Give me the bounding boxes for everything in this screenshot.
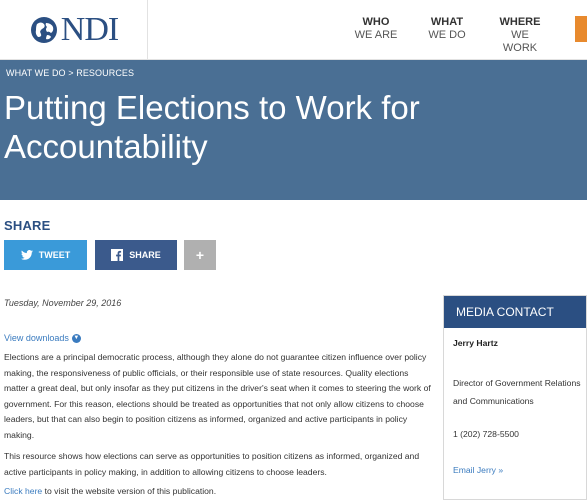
nav-what-we-do[interactable]: WHAT WE DO	[424, 16, 470, 42]
logo-wordmark: NDI	[60, 11, 119, 48]
view-downloads-label: View downloads	[4, 333, 69, 343]
nav-label-line2: WE ARE	[354, 29, 398, 41]
tweet-label: TWEET	[38, 250, 71, 260]
nav-label-line2: WE WORK	[502, 29, 538, 54]
tweet-button[interactable]: TWEET	[4, 240, 87, 270]
top-navigation-bar: NDI WHO WE ARE WHAT WE DO WHERE WE WORK	[0, 0, 587, 60]
article-paragraph: This resource shows how elections can se…	[4, 451, 420, 477]
article-link-paragraph: Click here to visit the website version …	[4, 486, 216, 496]
contact-phone: 1 (202) 728-5500	[453, 429, 519, 439]
twitter-icon	[20, 250, 33, 260]
globe-icon	[30, 17, 57, 43]
nav-more-button[interactable]	[575, 16, 587, 42]
nav-label-line1: WHAT	[430, 16, 464, 28]
page-title: Putting Elections to Work for Accountabi…	[4, 89, 420, 165]
nav-who-we-are[interactable]: WHO WE ARE	[352, 16, 400, 42]
nav-where-we-work[interactable]: WHERE WE WORK	[494, 16, 546, 55]
article-paragraph: Elections are a principal democratic pro…	[4, 352, 431, 440]
facebook-share-button[interactable]: SHARE	[95, 240, 177, 270]
contact-name: Jerry Hartz	[453, 338, 498, 348]
contact-role: Director of Government Relations and Com…	[453, 378, 581, 406]
share-heading: SHARE	[4, 218, 51, 233]
nav-label-line2: WE DO	[428, 29, 466, 41]
email-contact-link[interactable]: Email Jerry »	[453, 465, 503, 475]
nav-label-line1: WHO	[362, 16, 390, 28]
website-version-link[interactable]: Click here	[4, 486, 42, 496]
media-contact-heading: MEDIA CONTACT	[444, 296, 586, 328]
nav-label-line1: WHERE	[499, 16, 541, 28]
view-downloads-link[interactable]: View downloads ▼	[4, 333, 81, 343]
chevron-down-icon: ▼	[71, 333, 81, 343]
breadcrumb[interactable]: WHAT WE DO > RESOURCES	[6, 68, 134, 78]
more-share-button[interactable]: +	[184, 240, 216, 270]
facebook-icon	[111, 249, 124, 261]
publish-date: Tuesday, November 29, 2016	[4, 298, 122, 308]
ndi-logo[interactable]: NDI	[0, 0, 148, 60]
link-suffix-text: to visit the website version of this pub…	[42, 486, 217, 496]
page-banner: WHAT WE DO > RESOURCES Putting Elections…	[0, 60, 587, 200]
media-contact-panel: MEDIA CONTACT Jerry Hartz Director of Go…	[443, 295, 587, 500]
facebook-share-label: SHARE	[129, 250, 161, 260]
